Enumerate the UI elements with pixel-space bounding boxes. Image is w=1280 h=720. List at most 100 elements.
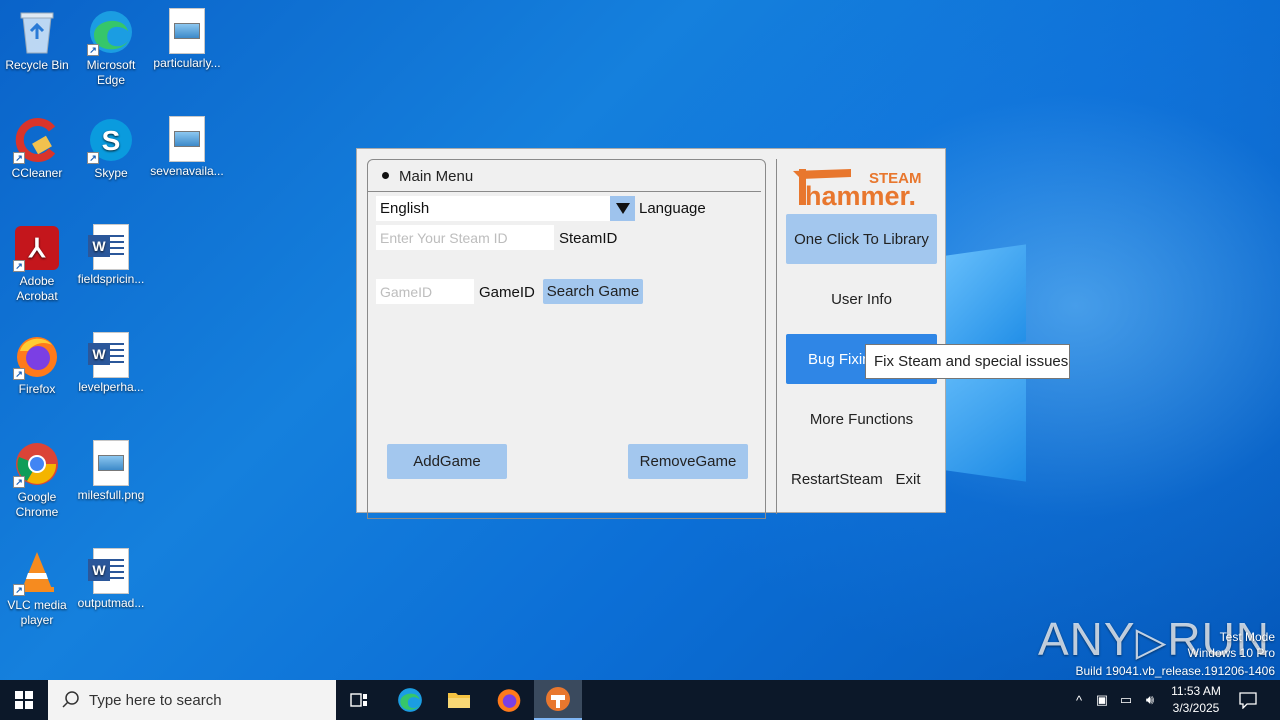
language-value: English: [380, 200, 430, 217]
notification-icon: [1239, 692, 1257, 709]
more-functions-button[interactable]: More Functions: [786, 394, 937, 444]
taskbar-clock[interactable]: 11:53 AM 3/3/2025: [1166, 683, 1226, 717]
desktop-icon-label: Adobe Acrobat: [16, 274, 58, 303]
desktop-icon-skype[interactable]: S ↗ Skype: [73, 116, 149, 181]
edge-icon: [398, 688, 422, 712]
desktop-icon-label: levelperha...: [78, 380, 144, 394]
desktop-icon-fieldspricin[interactable]: W fieldspricin...: [73, 224, 149, 287]
shortcut-arrow-icon: ↗: [87, 152, 99, 164]
steamid-input[interactable]: [376, 225, 554, 250]
panel-divider: [368, 191, 761, 192]
desktop-icon-label: Firefox: [18, 382, 56, 396]
image-file-icon: [169, 8, 205, 54]
play-icon: ▷: [1135, 620, 1168, 664]
chrome-icon: ↗: [13, 440, 61, 488]
steam-hammer-icon: [546, 687, 570, 711]
desktop-icon-firefox[interactable]: ↗ Firefox: [0, 332, 75, 397]
desktop-icon-sevenavaila[interactable]: sevenavaila...: [149, 116, 225, 179]
desktop-icon-label: VLC media player: [7, 598, 67, 627]
acrobat-icon: ⅄ ↗: [13, 224, 61, 272]
shortcut-arrow-icon: ↗: [13, 476, 25, 488]
desktop-icon-label: outputmad...: [77, 596, 145, 610]
search-icon: [62, 691, 79, 708]
desktop-icon-label: Skype: [94, 166, 128, 180]
recycle-bin-icon: [13, 8, 61, 56]
one-click-library-button[interactable]: One Click To Library: [786, 214, 937, 264]
desktop-icon-recycle-bin[interactable]: Recycle Bin: [0, 8, 75, 73]
main-menu-panel: Main Menu English Language SteamID GameI…: [367, 159, 766, 519]
ccleaner-icon: ↗: [13, 116, 61, 164]
word-doc-icon: W: [88, 548, 129, 594]
desktop-icon-milesfull[interactable]: milesfull.png: [73, 440, 149, 503]
taskbar-file-explorer-button[interactable]: [435, 680, 483, 720]
desktop-icon-label: sevenavaila...: [150, 164, 224, 178]
desktop-icon-particularly[interactable]: particularly...: [149, 8, 225, 71]
desktop-icon-label: particularly...: [153, 56, 221, 70]
search-game-button[interactable]: Search Game: [543, 279, 643, 304]
taskbar-steam-hammer-button[interactable]: [534, 680, 582, 720]
clock-time: 11:53 AM: [1171, 684, 1221, 698]
volume-icon[interactable]: 🔊︎: [1138, 692, 1162, 708]
edge-icon: ↗: [87, 8, 135, 56]
clock-date: 3/3/2025: [1172, 701, 1220, 715]
taskbar: Type here to search ^ ▣ ▭ 🔊︎ 11:53 AM 3/…: [0, 680, 1280, 720]
shortcut-arrow-icon: ↗: [13, 584, 25, 596]
restart-steam-button[interactable]: RestartSteam: [786, 454, 886, 504]
taskbar-search-box[interactable]: Type here to search: [48, 680, 336, 720]
language-label: Language: [639, 200, 706, 217]
add-game-button[interactable]: AddGame: [387, 444, 507, 479]
remove-game-button[interactable]: RemoveGame: [628, 444, 748, 479]
network-icon[interactable]: ▭: [1114, 692, 1138, 708]
windows-icon: [15, 691, 33, 709]
vertical-divider: [776, 159, 777, 514]
gameid-label: GameID: [479, 284, 535, 301]
desktop-icon-acrobat[interactable]: ⅄ ↗ Adobe Acrobat: [0, 224, 75, 304]
desktop-icon-vlc[interactable]: ↗ VLC media player: [0, 548, 75, 628]
wallpaper-logo-pane: [946, 244, 1026, 353]
system-tray: ^ ▣ ▭ 🔊︎: [1068, 680, 1162, 720]
skype-icon: S ↗: [87, 116, 135, 164]
main-menu-title: Main Menu: [382, 168, 473, 185]
bullet-icon: [382, 171, 389, 179]
desktop-icon-label: CCleaner: [11, 166, 63, 180]
main-menu-title-text: Main Menu: [399, 168, 474, 185]
taskbar-edge-button[interactable]: [386, 680, 434, 720]
exit-button[interactable]: Exit: [890, 454, 926, 504]
word-doc-icon: W: [88, 332, 129, 378]
task-view-button[interactable]: [336, 680, 384, 720]
steamid-label: SteamID: [559, 230, 618, 247]
gameid-input[interactable]: [376, 279, 474, 304]
test-mode-text: Test Mode: [1219, 630, 1275, 644]
shortcut-arrow-icon: ↗: [13, 368, 25, 380]
search-placeholder: Type here to search: [89, 691, 222, 709]
dropdown-arrow-icon[interactable]: [610, 196, 635, 221]
shortcut-arrow-icon: ↗: [13, 260, 25, 272]
desktop-icon-ccleaner[interactable]: ↗ CCleaner: [0, 116, 75, 181]
start-button[interactable]: [0, 680, 48, 720]
desktop-icon-label: milesfull.png: [77, 488, 145, 502]
task-view-icon: [350, 693, 367, 707]
windows-edition-text: Windows 10 Pro: [1187, 646, 1275, 660]
firefox-icon: ↗: [13, 332, 61, 380]
image-file-icon: [169, 116, 205, 162]
logo-hammer-text: hammer.: [805, 181, 916, 209]
folder-icon: [448, 693, 470, 708]
word-doc-icon: W: [88, 224, 129, 270]
desktop-icon-levelperha[interactable]: W levelperha...: [73, 332, 149, 395]
desktop-icon-label: Google Chrome: [15, 490, 59, 519]
steam-hammer-window: Main Menu English Language SteamID GameI…: [356, 148, 946, 519]
device-icon[interactable]: ▣: [1090, 692, 1114, 708]
bug-fixing-tooltip: Fix Steam and special issues: [865, 344, 1070, 379]
user-info-button[interactable]: User Info: [786, 274, 937, 324]
notification-center-button[interactable]: [1226, 680, 1270, 720]
chevron-up-icon[interactable]: ^: [1068, 693, 1090, 708]
desktop-icon-chrome[interactable]: ↗ Google Chrome: [0, 440, 75, 520]
desktop-icon-edge[interactable]: ↗ Microsoft Edge: [73, 8, 149, 88]
desktop-icon-label: Microsoft Edge: [86, 58, 136, 87]
taskbar-firefox-button[interactable]: [485, 680, 533, 720]
language-select[interactable]: English: [376, 196, 635, 221]
shortcut-arrow-icon: ↗: [87, 44, 99, 56]
desktop-icon-outputmad[interactable]: W outputmad...: [73, 548, 149, 611]
desktop-icon-label: fieldspricin...: [77, 272, 145, 286]
image-file-icon: [93, 440, 129, 486]
